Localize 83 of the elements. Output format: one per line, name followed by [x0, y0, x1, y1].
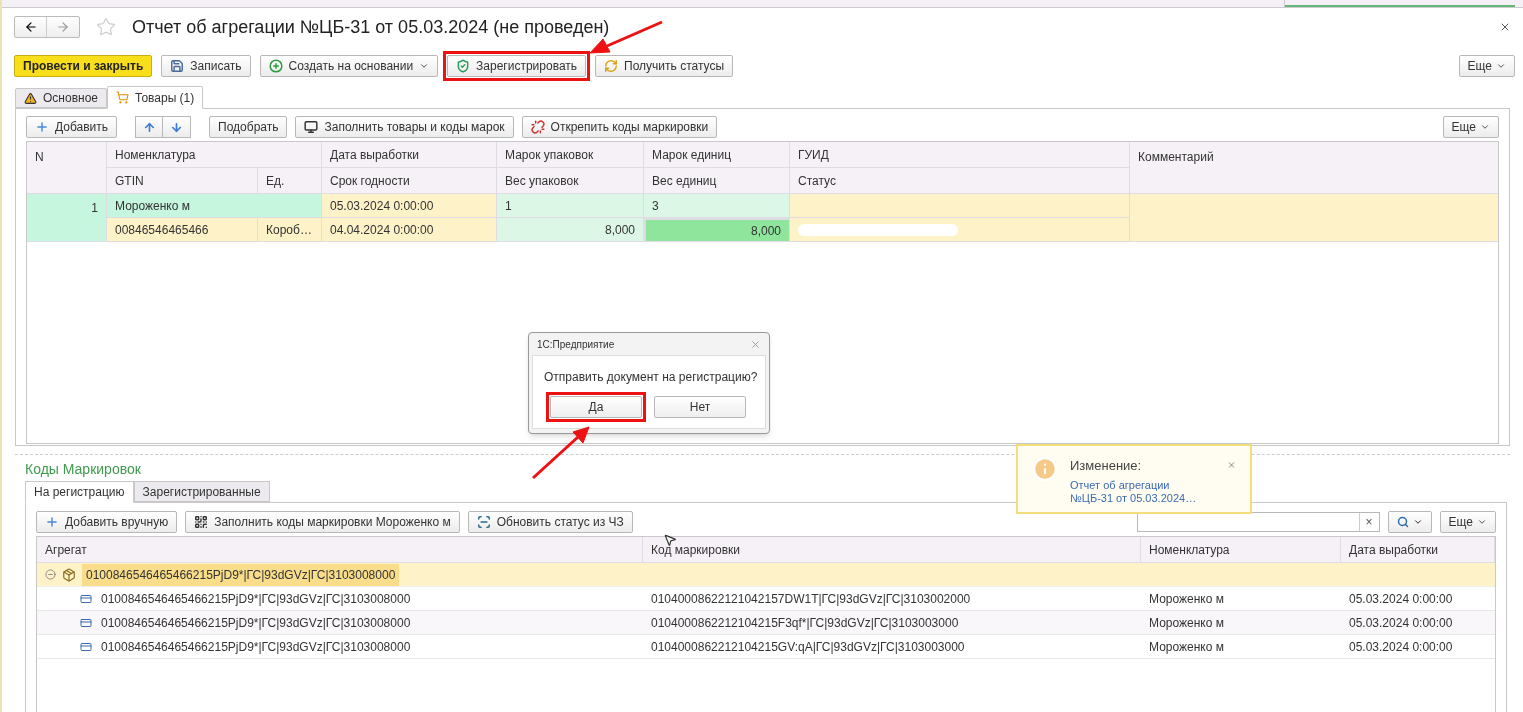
plus-icon: [45, 515, 59, 529]
table-cell: 04.04.2024 0:00:00: [322, 218, 497, 242]
monitor-icon: [304, 120, 319, 134]
column-header: ГУИД: [790, 142, 1130, 168]
notification-link[interactable]: Отчет об агрегации №ЦБ-31 от 05.03.2024…: [1070, 478, 1215, 505]
table-cell: 1: [27, 194, 107, 242]
toolbar-button[interactable]: Заполнить коды маркировки Мороженко м: [185, 511, 460, 533]
toolbar-button[interactable]: Подобрать: [209, 116, 288, 138]
table-cell: 05.03.2024 0:00:00: [322, 194, 497, 218]
plus-circle-icon: [268, 59, 283, 73]
more-button[interactable]: Еще: [1442, 116, 1499, 138]
notification-title: Изменение:: [1070, 457, 1143, 475]
table-cell: 8,000: [644, 218, 790, 242]
search-icon: [1396, 516, 1409, 528]
table-cell: 0104000862212104215GV:qA|ГС|93dGVz|ГС|3103003000: [643, 635, 1141, 659]
unlink-icon: [530, 120, 545, 134]
caret-icon: [1477, 517, 1487, 527]
table-cell: 8,000: [497, 218, 644, 242]
aggregate-code: 0100846546465466215PjD9*|ГС|93dGVz|ГС|3103008000: [82, 563, 400, 586]
card-icon: [79, 616, 93, 629]
more-button[interactable]: Еще: [1439, 511, 1496, 533]
caret-icon: [1480, 122, 1490, 132]
column-header: Марок единиц: [644, 142, 790, 168]
column-header: Дата выработки: [322, 142, 497, 168]
annotation-arrow: [532, 426, 590, 480]
toolbar-button[interactable]: Зарегистрировать: [447, 55, 587, 77]
caret-icon: [1496, 61, 1506, 71]
qr-code-icon: [194, 515, 209, 529]
table-cell: 3: [644, 194, 790, 218]
window-title: Отчет об агрегации №ЦБ-31 от 05.03.2024 (не проведен): [132, 15, 610, 39]
column-header: Номенклатура: [107, 142, 322, 168]
collapse-icon[interactable]: [45, 569, 56, 580]
arrow-up-icon: [142, 120, 156, 134]
refresh-icon: [604, 59, 619, 73]
table-cell: Мороженко м: [1141, 635, 1341, 659]
toolbar-button[interactable]: Создать на основании: [259, 55, 439, 77]
card-icon: [79, 592, 93, 605]
card-icon: [79, 640, 93, 653]
table-cell: 00846546465466: [107, 218, 258, 242]
plus-icon: [35, 120, 49, 134]
dialog-button[interactable]: Да: [550, 396, 642, 418]
shield-icon: [456, 59, 471, 73]
save-icon: [170, 59, 185, 73]
cart-icon: [116, 91, 129, 104]
dialog-button[interactable]: Нет: [654, 396, 746, 418]
close-icon[interactable]: [1499, 21, 1511, 33]
section-title: Коды Маркировок: [25, 461, 141, 477]
toolbar-button[interactable]: Добавить вручную: [36, 511, 178, 533]
toolbar-button[interactable]: Обновить статус из ЧЗ: [467, 511, 633, 533]
search-button[interactable]: [1387, 511, 1432, 533]
tab[interactable]: Основное: [15, 88, 107, 108]
column-header: Марок упаковок: [497, 142, 644, 168]
scan-icon: [476, 515, 491, 529]
arrow-down-icon: [170, 120, 184, 134]
table-cell: Короб…: [258, 218, 322, 242]
add-button[interactable]: Добавить: [26, 116, 118, 138]
tab[interactable]: Зарегистрированные: [133, 481, 270, 502]
table-cell: Мороженко м: [107, 194, 322, 218]
toolbar-button[interactable]: Открепить коды маркировки: [521, 116, 718, 138]
tab[interactable]: Товары (1): [107, 86, 204, 109]
dialog-title: 1С:Предприятие: [537, 337, 615, 352]
warning-icon: [24, 91, 37, 105]
info-icon: [1032, 456, 1058, 482]
table-cell-text: 0100846546465466215PjD9*|ГС|93dGVz|ГС|3103008000: [101, 638, 411, 656]
toolbar-button[interactable]: Получить статусы: [595, 55, 734, 77]
toolbar-button[interactable]: Записать: [161, 55, 251, 77]
move-up-button[interactable]: [135, 116, 164, 138]
caret-icon: [419, 61, 430, 71]
table-cell: 1: [497, 194, 644, 218]
table-cell-text: 0100846546465466215PjD9*|ГС|93dGVz|ГС|3103008000: [101, 614, 411, 632]
post-close-button[interactable]: Провести и закрыть: [14, 55, 153, 77]
clear-button[interactable]: ×: [1358, 513, 1379, 531]
star-icon[interactable]: [96, 17, 116, 37]
tab[interactable]: На регистрацию: [25, 481, 134, 503]
arrow-right-icon: [56, 20, 70, 34]
package-icon: [62, 567, 76, 582]
search-field[interactable]: ×: [1136, 512, 1380, 532]
toolbar-button[interactable]: Заполнить товары и коды марок: [295, 116, 514, 138]
table-cell: 05.03.2024 0:00:00: [1341, 635, 1495, 659]
table-cell-text: 0100846546465466215PjD9*|ГС|93dGVz|ГС|3103008000: [101, 590, 411, 608]
caret-icon: [1412, 517, 1423, 527]
move-down-button[interactable]: [163, 116, 192, 138]
more-button[interactable]: Еще: [1458, 55, 1515, 77]
